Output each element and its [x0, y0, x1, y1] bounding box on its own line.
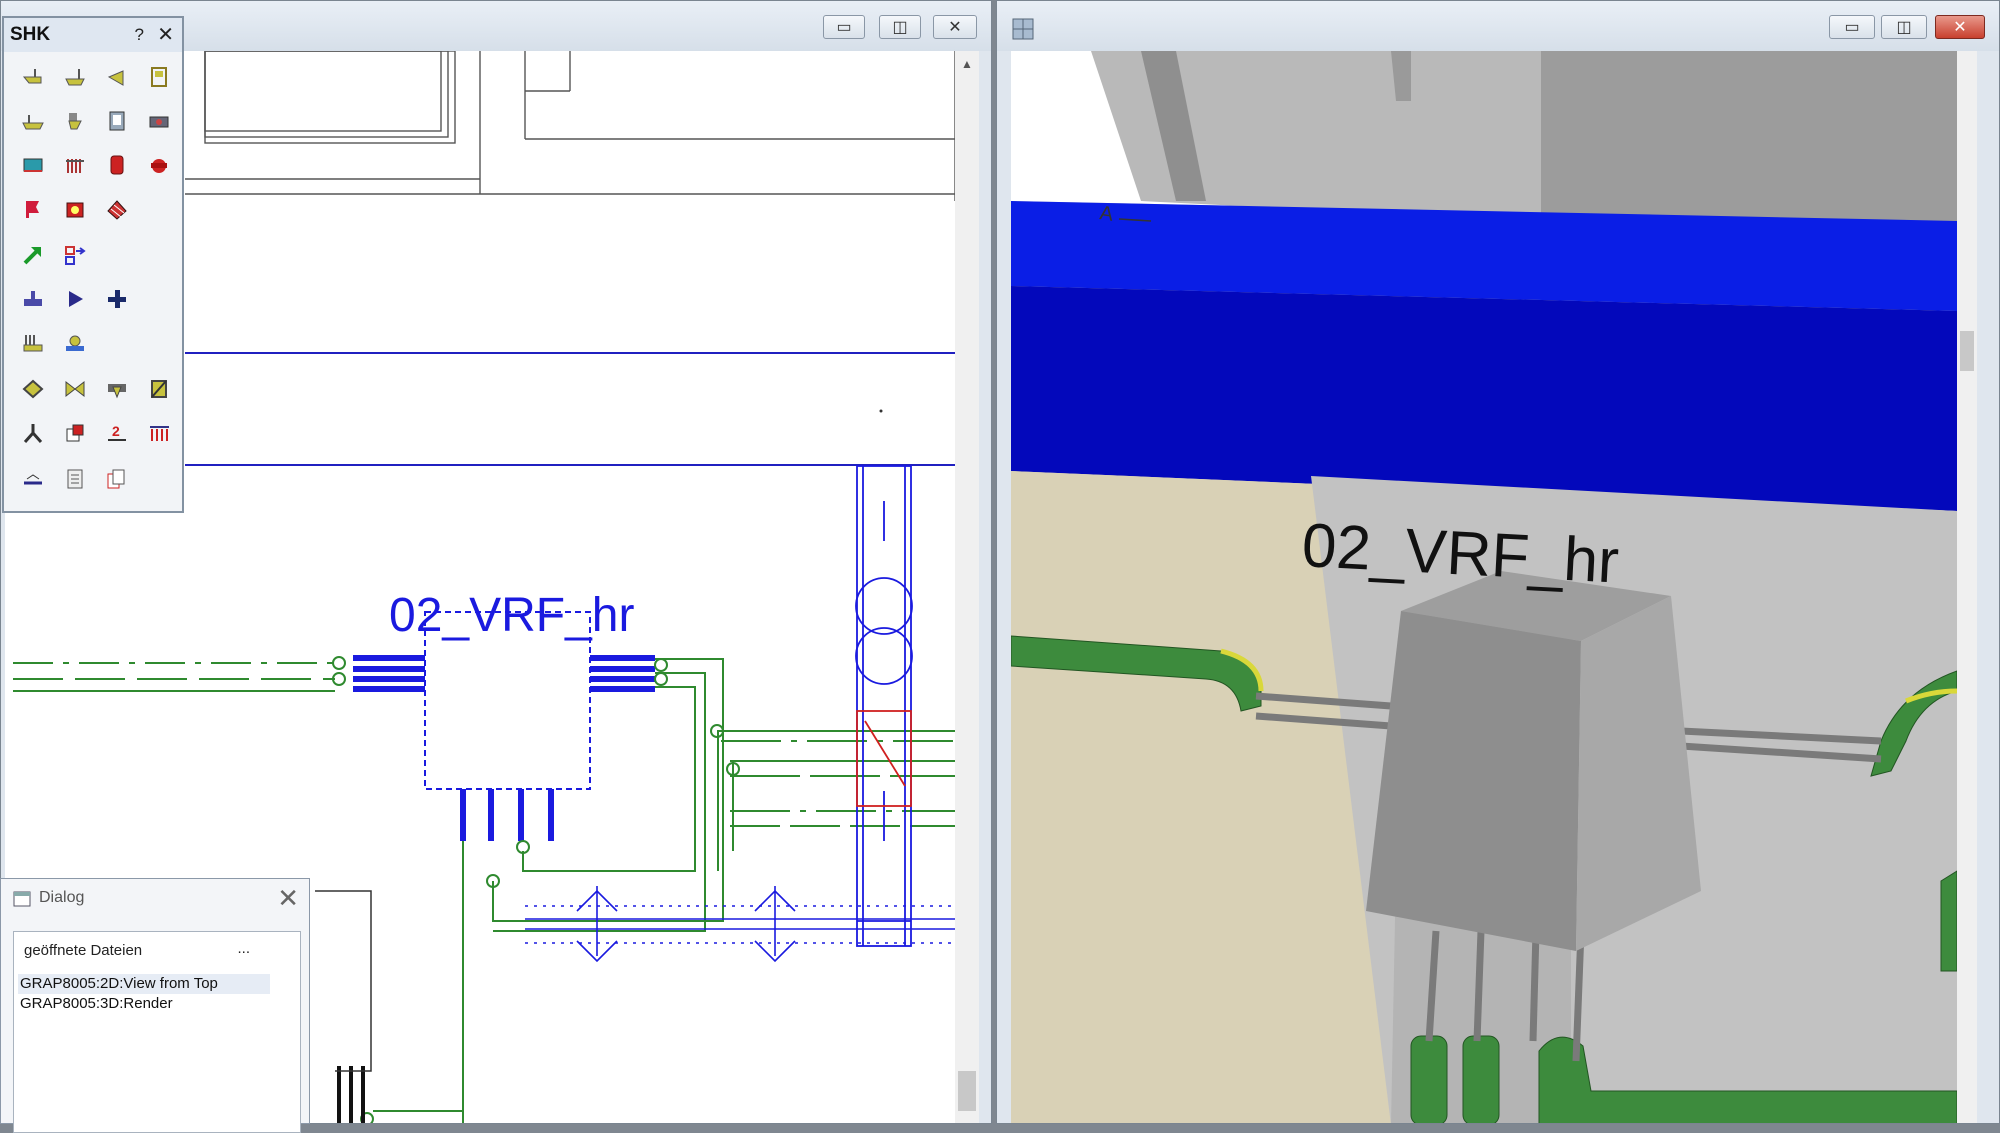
tool-hatched-red-icon[interactable] [102, 194, 132, 224]
open-files-more-button[interactable]: ... [237, 940, 250, 957]
tool-level-icon[interactable]: 2 [102, 418, 132, 448]
right-scroll-thumb[interactable] [1960, 331, 1974, 371]
shk-toolbox: SHK ? ✕ 2 [2, 16, 184, 513]
tool-cabinet-icon[interactable] [102, 106, 132, 136]
left-minimize-button[interactable]: ▭ [823, 15, 865, 39]
render-3d-scene: A 02_VRF_hr [1011, 51, 1957, 1123]
tool-green-arrow-icon[interactable] [18, 240, 48, 270]
tool-pages-icon[interactable] [102, 464, 132, 494]
tool-boiler-icon[interactable] [102, 150, 132, 180]
tool-sink-left-icon[interactable] [18, 62, 48, 92]
lower-ducts [525, 886, 955, 963]
tool-slope-icon[interactable] [18, 464, 48, 494]
left-vertical-scrollbar[interactable]: ▲ [955, 51, 979, 1123]
svg-text:2: 2 [112, 423, 120, 439]
tool-floor-drain-icon[interactable] [18, 328, 48, 358]
right-3d-window: ▭ ◫ ✕ A 02_VRF_hr [996, 0, 2000, 1124]
render-window-icon [1012, 18, 1034, 40]
tool-cross-icon[interactable] [102, 284, 132, 314]
open-files-dialog: Dialog ✕ geöffnete Dateien ... GRAP8005:… [0, 878, 310, 1133]
walls-blue [185, 352, 955, 466]
tool-pump-red-icon[interactable] [144, 150, 174, 180]
toolbox-close-button[interactable]: ✕ [157, 18, 174, 52]
open-files-header: geöffnete Dateien [24, 942, 143, 959]
tool-check-valve-icon[interactable] [102, 374, 132, 404]
right-close-button[interactable]: ✕ [1935, 15, 1985, 39]
render-canvas-3d[interactable]: A 02_VRF_hr [1011, 51, 1957, 1123]
scroll-thumb[interactable] [958, 1071, 976, 1111]
right-vertical-scrollbar[interactable] [1957, 51, 1977, 1123]
toolbox-title: SHK [4, 18, 182, 52]
tool-shower-icon[interactable] [144, 62, 174, 92]
open-file-item[interactable]: GRAP8005:2D:View from Top [18, 974, 270, 994]
open-files-panel: geöffnete Dateien ... GRAP8005:2D:View f… [13, 931, 301, 1133]
riser-duct [855, 465, 913, 947]
tool-tee-icon[interactable] [18, 284, 48, 314]
tool-multi-pipe-icon[interactable] [144, 418, 174, 448]
dialog-outline-lines [315, 890, 372, 1072]
tool-wc-icon[interactable] [60, 106, 90, 136]
tool-butterfly-valve-icon[interactable] [60, 374, 90, 404]
right-restore-button[interactable]: ◫ [1881, 15, 1927, 39]
tool-flag-icon[interactable] [18, 194, 48, 224]
dialog-title: Dialog [39, 889, 85, 906]
tool-bathtub-icon[interactable] [18, 106, 48, 136]
tool-radiator-icon[interactable] [60, 150, 90, 180]
right-minimize-button[interactable]: ▭ [1829, 15, 1875, 39]
tool-copy-red-icon[interactable] [60, 418, 90, 448]
tool-valve-round-icon[interactable] [18, 374, 48, 404]
tool-basin-icon[interactable] [60, 62, 90, 92]
tool-play-icon[interactable] [60, 284, 90, 314]
tool-damper-icon[interactable] [144, 374, 174, 404]
tool-branch-icon[interactable] [18, 418, 48, 448]
left-close-button[interactable]: ✕ [933, 15, 977, 39]
scroll-up-arrow[interactable]: ▲ [955, 57, 979, 71]
pipe-stubs [353, 655, 655, 841]
toolbox-help-button[interactable]: ? [135, 18, 144, 52]
tool-list-icon[interactable] [60, 464, 90, 494]
open-file-item[interactable]: GRAP8005:3D:Render [18, 994, 270, 1014]
dialog-header: Dialog ✕ [1, 879, 309, 919]
tool-gully-icon[interactable] [60, 328, 90, 358]
dialog-close-button[interactable]: ✕ [277, 883, 299, 914]
dialog-window-icon [13, 891, 31, 907]
left-restore-button[interactable]: ◫ [879, 15, 921, 39]
black-pipes [337, 1066, 365, 1123]
tool-tank-icon[interactable] [144, 106, 174, 136]
tool-urinal-icon[interactable] [102, 62, 132, 92]
vrf-unit-front [1366, 611, 1581, 951]
building-outline [185, 51, 955, 201]
tool-heater-icon[interactable] [18, 150, 48, 180]
tool-fire-box-icon[interactable] [60, 194, 90, 224]
tool-connect-icon[interactable] [60, 240, 90, 270]
